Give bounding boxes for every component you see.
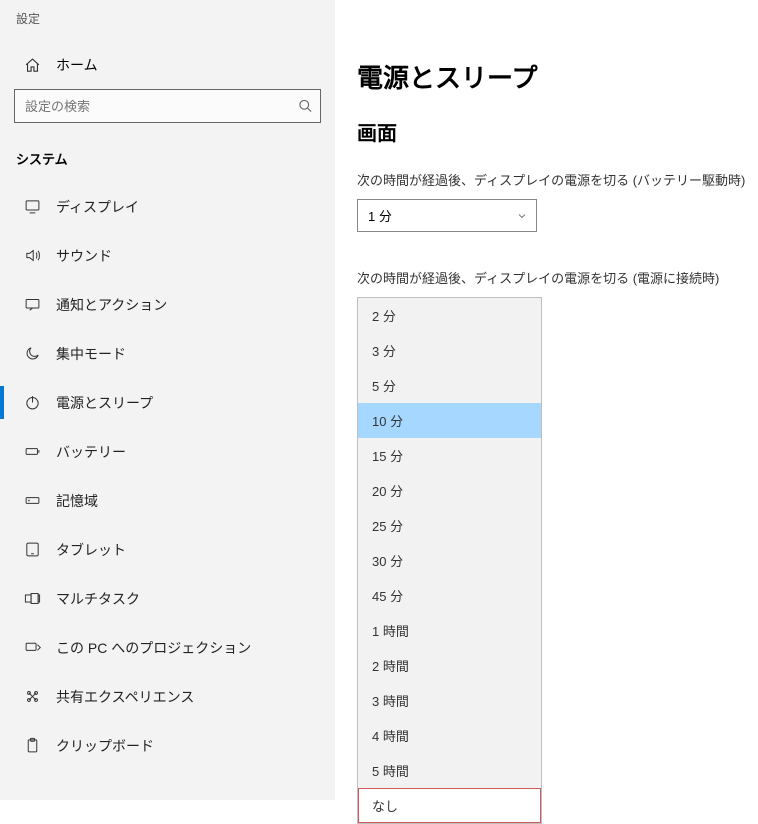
sidebar-item-label: サウンド [56, 246, 112, 266]
sidebar-item-label: ディスプレイ [56, 197, 139, 217]
home-icon [24, 57, 56, 74]
sidebar-item-battery[interactable]: バッテリー [0, 427, 335, 476]
dropdown-option[interactable]: 3 時間 [358, 683, 541, 718]
dropdown-option[interactable]: 2 時間 [358, 648, 541, 683]
dropdown-option[interactable]: 30 分 [358, 543, 541, 578]
sidebar-item-label: タブレット [56, 540, 126, 560]
section-title: 画面 [357, 117, 756, 146]
page-title: 電源とスリープ [357, 58, 756, 95]
dropdown-option[interactable]: 10 分 [358, 403, 541, 438]
sidebar-item-label: この PC へのプロジェクション [56, 638, 251, 658]
home-label: ホーム [56, 55, 98, 75]
project-icon [24, 639, 56, 656]
sidebar-item-label: 通知とアクション [56, 295, 167, 315]
clipboard-icon [24, 737, 56, 754]
sidebar-item-display[interactable]: ディスプレイ [0, 182, 335, 231]
display-icon [24, 198, 56, 215]
dropdown-option[interactable]: 5 分 [358, 368, 541, 403]
main-content: 電源とスリープ 画面 次の時間が経過後、ディスプレイの電源を切る (バッテリー駆… [335, 0, 758, 800]
app-title: 設定 [0, 0, 335, 33]
sidebar-item-notifications[interactable]: 通知とアクション [0, 280, 335, 329]
sidebar-nav: ディスプレイサウンド通知とアクション集中モード電源とスリープバッテリー記憶域タブ… [0, 182, 335, 770]
sidebar-item-focus-assist[interactable]: 集中モード [0, 329, 335, 378]
multitask-icon [24, 590, 56, 607]
focus-assist-icon [24, 345, 56, 362]
sidebar-item-label: 記憶域 [56, 491, 98, 511]
battery-icon [24, 443, 56, 460]
sidebar: 設定 ホーム システム ディスプレイサウンド通知とアクション集中モード電源とスリ… [0, 0, 335, 800]
sidebar-item-label: 共有エクスペリエンス [56, 687, 194, 707]
sidebar-item-label: マルチタスク [56, 589, 140, 609]
sidebar-item-tablet[interactable]: タブレット [0, 525, 335, 574]
combo-screen-plugged-dropdown[interactable]: 2 分3 分5 分10 分15 分20 分25 分30 分45 分1 時間2 時… [357, 297, 542, 824]
dropdown-option[interactable]: 45 分 [358, 578, 541, 613]
storage-icon [24, 492, 56, 509]
dropdown-option[interactable]: 2 分 [358, 298, 541, 333]
sound-icon [24, 247, 56, 264]
dropdown-option[interactable]: 25 分 [358, 508, 541, 543]
home-nav[interactable]: ホーム [0, 33, 335, 89]
sidebar-item-project[interactable]: この PC へのプロジェクション [0, 623, 335, 672]
search-icon [298, 99, 313, 114]
power-sleep-icon [24, 394, 56, 411]
dropdown-option[interactable]: 1 時間 [358, 613, 541, 648]
sidebar-item-shared[interactable]: 共有エクスペリエンス [0, 672, 335, 721]
chevron-down-icon [516, 210, 528, 222]
dropdown-option[interactable]: 3 分 [358, 333, 541, 368]
sidebar-item-label: バッテリー [56, 442, 126, 462]
setting2-label: 次の時間が経過後、ディスプレイの電源を切る (電源に接続時) [357, 268, 756, 287]
dropdown-option[interactable]: 15 分 [358, 438, 541, 473]
notifications-icon [24, 296, 56, 313]
sidebar-item-multitask[interactable]: マルチタスク [0, 574, 335, 623]
category-label: システム [0, 145, 335, 182]
dropdown-option[interactable]: 20 分 [358, 473, 541, 508]
sidebar-item-clipboard[interactable]: クリップボード [0, 721, 335, 770]
search-wrap [0, 89, 335, 145]
sidebar-item-label: クリップボード [56, 736, 154, 756]
dropdown-option[interactable]: 4 時間 [358, 718, 541, 753]
sidebar-item-label: 電源とスリープ [56, 393, 153, 413]
setting1-label: 次の時間が経過後、ディスプレイの電源を切る (バッテリー駆動時) [357, 170, 756, 189]
sidebar-item-sound[interactable]: サウンド [0, 231, 335, 280]
sidebar-item-storage[interactable]: 記憶域 [0, 476, 335, 525]
search-input[interactable] [14, 89, 321, 123]
sidebar-item-label: 集中モード [56, 344, 126, 364]
dropdown-option[interactable]: 5 時間 [358, 753, 541, 788]
sidebar-item-power-sleep[interactable]: 電源とスリープ [0, 378, 335, 427]
combo-value: 1 分 [368, 206, 392, 225]
combo-screen-battery[interactable]: 1 分 [357, 199, 537, 232]
dropdown-option[interactable]: なし [358, 788, 541, 823]
tablet-icon [24, 541, 56, 558]
shared-icon [24, 688, 56, 705]
